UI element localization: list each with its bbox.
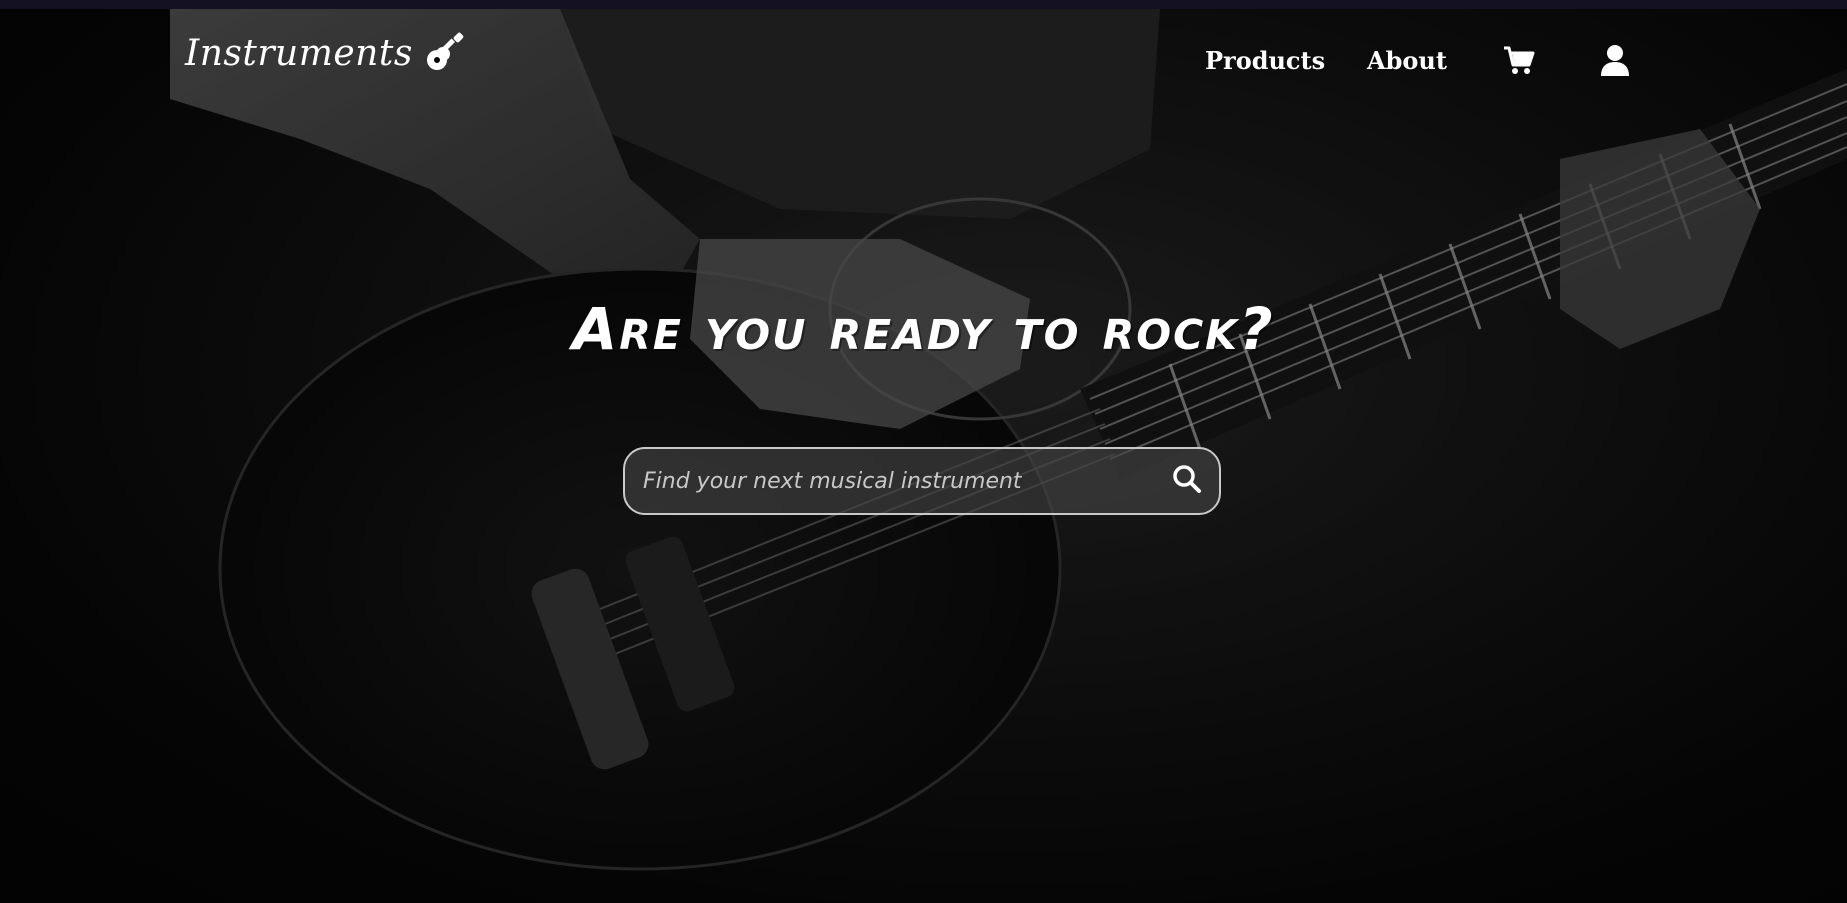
nav-about-link[interactable]: About: [1367, 46, 1447, 75]
search-input[interactable]: [625, 449, 1155, 513]
brand-logo[interactable]: Instruments: [185, 31, 465, 75]
search-icon: [1172, 464, 1202, 498]
navbar: Instruments Products About: [0, 9, 1847, 109]
guitar-icon: [421, 31, 465, 75]
top-strip: [0, 0, 1847, 9]
user-icon[interactable]: [1598, 43, 1632, 77]
cart-icon[interactable]: [1502, 43, 1536, 77]
search-bar: [623, 447, 1221, 515]
hero-headline: Are you ready to rock?: [572, 295, 1275, 363]
search-button[interactable]: [1155, 449, 1219, 513]
brand-title: Instruments: [185, 32, 413, 74]
nav-products-link[interactable]: Products: [1205, 46, 1325, 75]
